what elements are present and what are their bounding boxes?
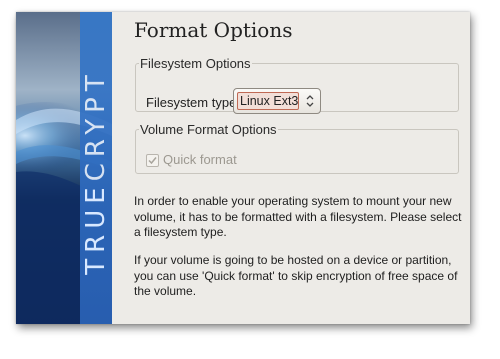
filesystem-type-value-box: Linux Ext3	[237, 92, 299, 110]
filesystem-options-legend: Filesystem Options	[140, 56, 251, 71]
volume-format-options-legend: Volume Format Options	[140, 122, 277, 137]
filesystem-type-select[interactable]: Linux Ext3	[233, 88, 321, 114]
truecrypt-logo-text: TRUECRYPT	[81, 69, 111, 275]
page-title: Format Options	[134, 18, 293, 42]
quick-format-label: Quick format	[163, 152, 237, 167]
wizard-window: TRUECRYPT Format Options Filesystem Opti…	[16, 12, 470, 324]
volume-format-options-group: Volume Format Options Quick format	[135, 122, 459, 174]
checkmark-icon	[148, 157, 157, 165]
truecrypt-banner: TRUECRYPT	[16, 12, 112, 324]
quick-format-checkbox[interactable]	[146, 154, 159, 167]
content-panel: Format Options Filesystem Options Filesy…	[134, 12, 470, 324]
updown-chevron-icon	[306, 95, 314, 107]
filesystem-options-group: Filesystem Options Filesystem type: Linu…	[135, 56, 459, 114]
info-paragraph-1: In order to enable your operating system…	[134, 194, 462, 239]
filesystem-type-label: Filesystem type:	[146, 95, 240, 110]
info-paragraph-2: If your volume is going to be hosted on …	[134, 253, 458, 298]
filesystem-type-value: Linux Ext3	[240, 94, 299, 108]
